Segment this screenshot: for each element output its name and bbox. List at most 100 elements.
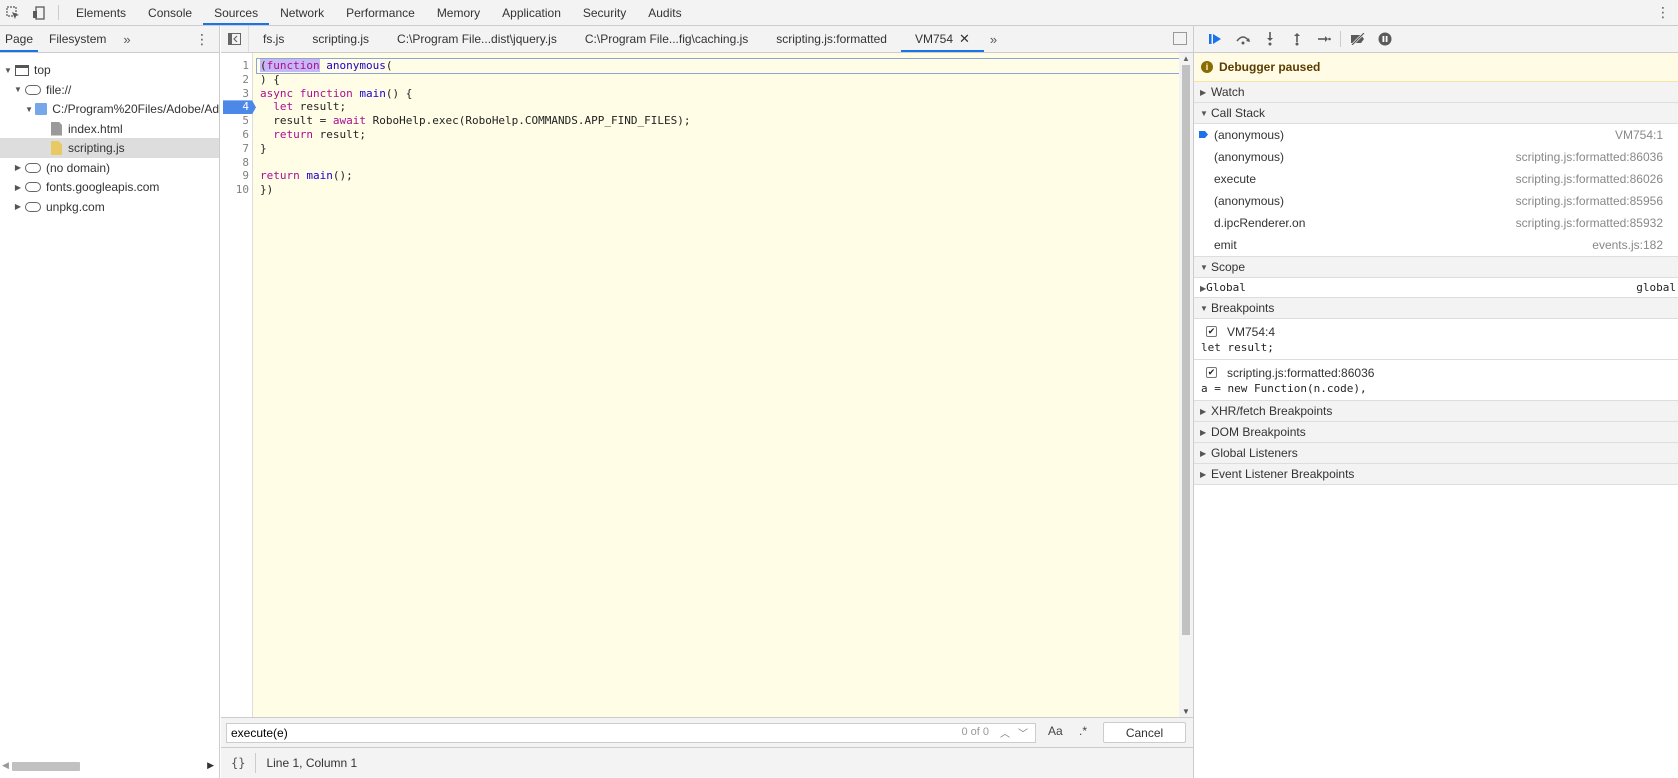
line-number[interactable]: 9 [242, 169, 249, 183]
line-number[interactable]: 8 [242, 156, 249, 170]
call-frame[interactable]: execute scripting.js:formatted:86026 [1194, 168, 1678, 190]
editor-vertical-scrollbar[interactable]: ▲ ▼ [1179, 53, 1193, 717]
file-tab[interactable]: scripting.js:formatted [762, 26, 901, 52]
call-frame[interactable]: emit events.js:182 [1194, 234, 1678, 256]
line-number-gutter[interactable]: 1 2 3 4 5 6 7 8 9 10 [221, 53, 256, 717]
call-frame[interactable]: d.ipcRenderer.on scripting.js:formatted:8… [1194, 212, 1678, 234]
section-call-stack[interactable]: ▼ Call Stack [1194, 103, 1678, 124]
line-number[interactable]: 2 [242, 73, 249, 87]
section-scope[interactable]: ▼ Scope [1194, 257, 1678, 278]
tree-item[interactable]: ▼ C:/Program%20Files/Adobe/Ad [0, 99, 219, 119]
tree-item[interactable]: ▼ top [0, 60, 219, 80]
regex-button[interactable]: .* [1079, 724, 1087, 738]
section-event-listener-breakpoints[interactable]: ▶ Event Listener Breakpoints [1194, 464, 1678, 485]
code-line[interactable]: result = await RoboHelp.exec(RoboHelp.CO… [257, 114, 1179, 128]
call-frame-location[interactable]: scripting.js:formatted:86026 [1516, 172, 1663, 186]
step-out-icon[interactable] [1283, 26, 1310, 53]
section-dom-breakpoints[interactable]: ▶ DOM Breakpoints [1194, 422, 1678, 443]
tab-sources[interactable]: Sources [203, 0, 270, 25]
section-breakpoints[interactable]: ▼ Breakpoints [1194, 298, 1678, 319]
section-xhr-breakpoints[interactable]: ▶ XHR/fetch Breakpoints [1194, 401, 1678, 422]
scroll-left-icon[interactable]: ◀ [2, 760, 9, 771]
tab-audits[interactable]: Audits [637, 0, 692, 25]
breakpoint-checkbox[interactable]: ✔ [1206, 326, 1217, 337]
tab-security[interactable]: Security [572, 0, 637, 25]
line-number[interactable]: 10 [236, 183, 249, 197]
code-line[interactable]: (function anonymous( [256, 58, 1180, 74]
breakpoint-marker[interactable] [223, 100, 256, 115]
chevron-down-icon[interactable]: ▼ [3, 66, 13, 75]
code-line[interactable]: async function main() { [257, 87, 1179, 101]
customize-menu-icon[interactable]: ⋮ [1656, 4, 1670, 21]
more-files-icon[interactable]: » [984, 26, 1003, 52]
search-input[interactable] [227, 724, 927, 742]
chevron-down-icon[interactable]: ▼ [25, 105, 33, 114]
navigator-menu-icon[interactable]: ⋮ [195, 31, 209, 48]
tree-item[interactable]: ▼ file:// [0, 80, 219, 100]
tab-memory[interactable]: Memory [426, 0, 491, 25]
breakpoint-item[interactable]: ✔ scripting.js:formatted:86036 a = new Fun… [1194, 360, 1678, 401]
file-tab[interactable]: fs.js [249, 26, 298, 52]
tab-filesystem[interactable]: Filesystem [44, 26, 111, 52]
call-frame-location[interactable]: events.js:182 [1592, 238, 1663, 252]
tab-application[interactable]: Application [491, 0, 572, 25]
step-icon[interactable] [1310, 26, 1337, 53]
call-frame-location[interactable]: scripting.js:formatted:86036 [1516, 150, 1663, 164]
code-line[interactable] [257, 156, 1179, 170]
more-tabs-icon[interactable]: » [117, 26, 136, 52]
toggle-navigator-icon[interactable] [221, 26, 249, 52]
previous-match-icon[interactable]: ︿ [1000, 725, 1010, 740]
call-frame-location[interactable]: scripting.js:formatted:85956 [1516, 194, 1663, 208]
tab-network[interactable]: Network [269, 0, 335, 25]
section-global-listeners[interactable]: ▶ Global Listeners [1194, 443, 1678, 464]
device-toolbar-icon[interactable] [26, 0, 52, 25]
code-line[interactable]: return result; [257, 128, 1179, 142]
tab-console[interactable]: Console [137, 0, 203, 25]
chevron-right-icon[interactable]: ▶ [13, 202, 23, 211]
tree-item[interactable]: scripting.js [0, 138, 219, 158]
breakpoint-checkbox[interactable]: ✔ [1206, 367, 1217, 378]
file-tab[interactable]: C:\Program File...dist\jquery.js [383, 26, 571, 52]
scrollbar-thumb[interactable] [1182, 65, 1190, 635]
code-line[interactable]: } [257, 142, 1179, 156]
code-line[interactable]: ) { [257, 73, 1179, 87]
pause-on-exceptions-icon[interactable] [1371, 26, 1398, 53]
match-case-button[interactable]: Aa [1048, 724, 1063, 738]
call-frame-location[interactable]: VM754:1 [1615, 128, 1663, 142]
tab-performance[interactable]: Performance [335, 0, 426, 25]
file-tab[interactable]: C:\Program File...fig\caching.js [571, 26, 762, 52]
call-frame[interactable]: (anonymous) scripting.js:formatted:85956 [1194, 190, 1678, 212]
line-number[interactable]: 3 [242, 87, 249, 101]
line-number[interactable]: 1 [242, 59, 249, 73]
file-tab[interactable]: VM754 ✕ [900, 26, 984, 52]
next-match-icon[interactable]: ﹀ [1018, 725, 1028, 740]
tree-item[interactable]: ▶ fonts.googleapis.com [0, 177, 219, 197]
section-watch[interactable]: ▶ Watch [1194, 82, 1678, 103]
tab-elements[interactable]: Elements [65, 0, 137, 25]
scroll-down-icon[interactable]: ▼ [1182, 707, 1190, 716]
scrollbar-thumb[interactable] [12, 762, 80, 771]
code-line[interactable]: }) [257, 183, 1179, 197]
breakpoint-item[interactable]: ✔ VM754:4 let result; [1194, 319, 1678, 360]
toggle-debugger-icon[interactable] [1173, 32, 1187, 45]
scroll-up-icon[interactable]: ▲ [1182, 54, 1190, 63]
step-into-icon[interactable] [1256, 26, 1283, 53]
breakpoint-location[interactable]: scripting.js:formatted:86036 [1227, 366, 1374, 380]
scope-global[interactable]: ▶Global global [1194, 278, 1678, 298]
line-number[interactable]: 4 [242, 100, 249, 114]
inspect-element-icon[interactable] [0, 0, 26, 25]
chevron-right-icon[interactable]: ▶ [13, 183, 23, 192]
resume-icon[interactable] [1202, 26, 1229, 53]
cancel-button[interactable]: Cancel [1103, 722, 1186, 743]
call-frame[interactable]: (anonymous) VM754:1 [1194, 124, 1678, 146]
navigator-horizontal-scrollbar[interactable]: ◀ ▶ [0, 758, 218, 774]
call-frame-location[interactable]: scripting.js:formatted:85932 [1516, 216, 1663, 230]
tree-item[interactable]: ▶ unpkg.com [0, 197, 219, 217]
code-area[interactable]: 1 2 3 4 5 6 7 8 9 10 (function anonymous() {async… [221, 53, 1193, 717]
scroll-right-icon[interactable]: ▶ [207, 760, 214, 771]
step-over-icon[interactable] [1229, 26, 1256, 53]
tree-item[interactable]: index.html [0, 119, 219, 139]
pretty-print-button[interactable]: {} [221, 753, 257, 773]
search-field[interactable]: 0 of 0 ︿ ﹀ [226, 723, 1036, 743]
code-line[interactable]: let result; [257, 100, 1179, 114]
